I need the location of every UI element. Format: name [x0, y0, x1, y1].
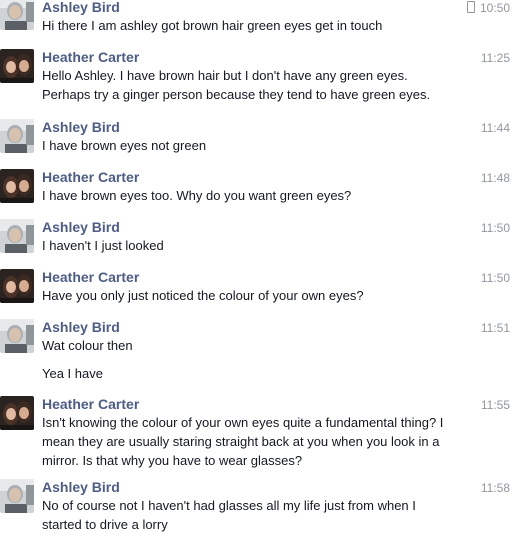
timestamp: 11:44 — [481, 121, 510, 136]
sender-name[interactable]: Heather Carter — [42, 269, 139, 286]
sender-name[interactable]: Ashley Bird — [42, 319, 120, 336]
message-line: Hi there I am ashley got brown hair gree… — [42, 18, 383, 33]
sender-name[interactable]: Ashley Bird — [42, 219, 120, 236]
message-line: I haven't I just looked — [42, 238, 164, 253]
message-line: No of course not I haven't had glasses a… — [42, 498, 416, 513]
ashley-avatar[interactable] — [0, 479, 34, 513]
heather-avatar[interactable] — [0, 269, 34, 303]
message-line: Hello Ashley. I have brown hair but I do… — [42, 68, 408, 83]
timestamp-text: 11:51 — [480, 321, 510, 335]
sender-name[interactable]: Heather Carter — [42, 169, 139, 186]
message-text: Hello Ashley. I have brown hair but I do… — [42, 66, 454, 104]
message-line: I have brown eyes too. Why do you want g… — [42, 188, 352, 203]
message-line: mirror. Is that why you have to wear gla… — [42, 453, 303, 468]
message-text: I haven't I just looked — [42, 236, 454, 255]
message-text: Wat colour then — [42, 336, 454, 355]
message-line: Have you only just noticed the colour of… — [42, 288, 364, 303]
timestamp-text: 11:25 — [480, 51, 510, 65]
sender-name[interactable]: Ashley Bird — [42, 479, 120, 496]
message-text: Hi there I am ashley got brown hair gree… — [42, 16, 454, 35]
timestamp-text: 10:50 — [479, 1, 510, 15]
timestamp: 11:58 — [481, 481, 510, 496]
ashley-avatar[interactable] — [0, 219, 34, 253]
sender-name[interactable]: Ashley Bird — [42, 0, 120, 16]
message-text: Isn't knowing the colour of your own eye… — [42, 413, 454, 470]
message-text: I have brown eyes not green — [42, 136, 454, 155]
timestamp: 10:50 — [466, 1, 510, 16]
message-line: started to drive a lorry — [42, 517, 168, 532]
message-text: No of course not I haven't had glasses a… — [42, 496, 454, 534]
message-text-followup: Yea I have — [42, 364, 454, 383]
ashley-avatar[interactable] — [0, 319, 34, 353]
message-line: Isn't knowing the colour of your own eye… — [42, 415, 444, 430]
timestamp-text: 11:55 — [480, 398, 510, 412]
timestamp-text: 11:58 — [480, 481, 510, 495]
message-line: Wat colour then — [42, 338, 133, 353]
heather-avatar[interactable] — [0, 49, 34, 83]
sender-name[interactable]: Heather Carter — [42, 396, 139, 413]
timestamp: 11:50 — [481, 271, 510, 286]
ashley-avatar[interactable] — [0, 0, 34, 30]
heather-avatar[interactable] — [0, 169, 34, 203]
timestamp: 11:48 — [481, 171, 510, 186]
message-text: Have you only just noticed the colour of… — [42, 286, 454, 305]
message-line: mean they are usually staring straight b… — [42, 434, 440, 449]
message-text: I have brown eyes too. Why do you want g… — [42, 186, 454, 205]
timestamp: 11:50 — [481, 221, 510, 236]
timestamp: 11:55 — [481, 398, 510, 413]
mobile-icon — [466, 1, 475, 13]
message-line: I have brown eyes not green — [42, 138, 207, 153]
timestamp-text: 11:44 — [480, 121, 510, 135]
timestamp-text: 11:50 — [480, 221, 510, 235]
heather-avatar[interactable] — [0, 396, 34, 430]
ashley-avatar[interactable] — [0, 119, 34, 153]
message-line: Perhaps try a ginger person because they… — [42, 87, 431, 102]
timestamp: 11:51 — [481, 321, 510, 336]
sender-name[interactable]: Heather Carter — [42, 49, 139, 66]
sender-name[interactable]: Ashley Bird — [42, 119, 120, 136]
message-line: Yea I have — [42, 366, 103, 381]
timestamp: 11:25 — [481, 51, 510, 66]
timestamp-text: 11:50 — [480, 271, 510, 285]
timestamp-text: 11:48 — [480, 171, 510, 185]
